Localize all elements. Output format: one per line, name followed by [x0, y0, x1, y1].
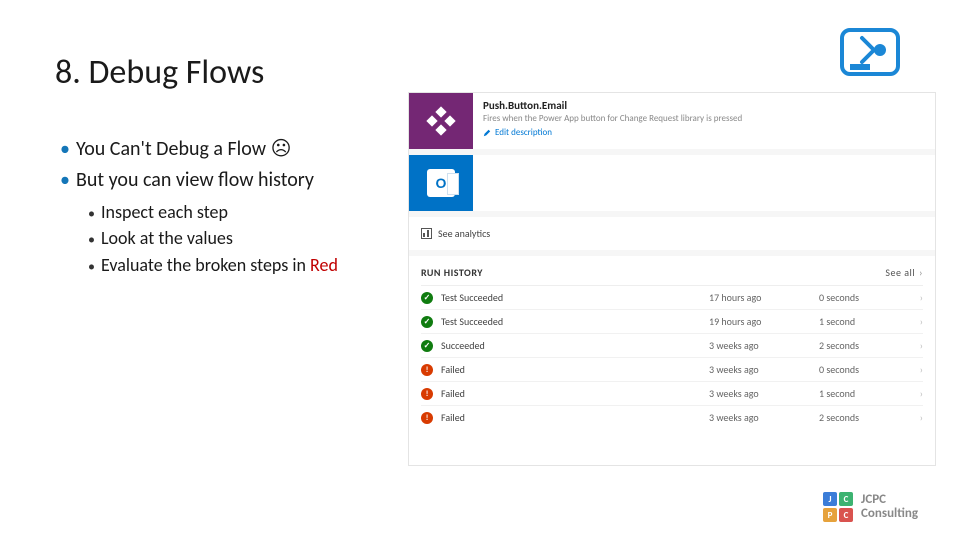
run-status: Failed [437, 411, 709, 424]
run-history-label: RUN HISTORY [421, 266, 483, 279]
success-icon: ✓ [421, 340, 433, 352]
sub-bullet-3: •Evaluate the broken steps in Red [88, 253, 380, 277]
failed-icon: ! [421, 364, 433, 376]
outlook-tile: O [409, 155, 473, 211]
logo-cell: C [839, 492, 853, 506]
logo-grid-icon: J C P C [823, 492, 853, 522]
run-status: Failed [437, 387, 709, 400]
edit-description-link[interactable]: Edit description [483, 127, 552, 138]
bullet-dot-icon: • [60, 137, 70, 161]
sub-bullet-1: •Inspect each step [88, 200, 380, 224]
bullet-list: •You Can't Debug a Flow ☹ •But you can v… [60, 136, 380, 279]
flow-screenshot: Push.Button.Email Fires when the Power A… [408, 92, 936, 466]
connector-body-empty [473, 155, 935, 211]
run-status: Test Succeeded [437, 291, 709, 304]
sad-face-icon: ☹ [271, 137, 292, 161]
chevron-right-icon: › [909, 363, 923, 376]
bullet-2-text: But you can view flow history [76, 168, 314, 192]
run-when: 3 weeks ago [709, 363, 819, 376]
run-duration: 2 seconds [819, 411, 909, 424]
run-history-header: RUN HISTORY See all › [421, 266, 923, 286]
connector-body: Push.Button.Email Fires when the Power A… [473, 93, 935, 149]
logo-cell: J [823, 492, 837, 506]
powerapps-tile [409, 93, 473, 149]
chevron-right-icon: › [909, 339, 923, 352]
bullet-dot-icon: • [88, 231, 95, 248]
connector-row-powerapps: Push.Button.Email Fires when the Power A… [409, 93, 935, 149]
failed-icon: ! [421, 412, 433, 424]
run-duration: 2 seconds [819, 339, 909, 352]
bullet-2: •But you can view flow history [60, 167, 380, 194]
flow-description: Fires when the Power App button for Chan… [483, 113, 925, 124]
run-history-row[interactable]: ! Failed3 weeks ago2 seconds› [421, 406, 923, 429]
see-analytics-link[interactable]: See analytics [409, 217, 935, 250]
run-status: Failed [437, 363, 709, 376]
footer-logo: J C P C JCPC Consulting [823, 492, 918, 522]
logo-text: JCPC Consulting [861, 493, 918, 520]
powerapps-icon [428, 108, 454, 134]
chevron-right-icon: › [909, 387, 923, 400]
sub-bullet-2: •Look at the values [88, 226, 380, 250]
chevron-right-icon: › [919, 266, 923, 279]
outlook-icon: O [427, 169, 455, 197]
chevron-right-icon: › [909, 411, 923, 424]
logo-cell: C [839, 508, 853, 522]
run-history-row[interactable]: ✓ Test Succeeded19 hours ago1 second› [421, 310, 923, 334]
bullet-dot-icon: • [88, 205, 95, 222]
slide-title: 8. Debug Flows [55, 52, 264, 93]
bullet-dot-icon: • [60, 168, 70, 192]
run-when: 3 weeks ago [709, 411, 819, 424]
run-duration: 0 seconds [819, 363, 909, 376]
run-when: 19 hours ago [709, 315, 819, 328]
run-history-panel: RUN HISTORY See all › ✓ Test Succeeded17 … [409, 256, 935, 465]
chevron-right-icon: › [909, 315, 923, 328]
run-when: 17 hours ago [709, 291, 819, 304]
connector-row-outlook: O [409, 155, 935, 211]
run-history-row[interactable]: ! Failed3 weeks ago0 seconds› [421, 358, 923, 382]
run-status: Test Succeeded [437, 315, 709, 328]
run-history-row[interactable]: ! Failed3 weeks ago1 second› [421, 382, 923, 406]
slide: 8. Debug Flows •You Can't Debug a Flow ☹… [0, 0, 960, 540]
analytics-icon [421, 228, 432, 239]
run-when: 3 weeks ago [709, 387, 819, 400]
success-icon: ✓ [421, 316, 433, 328]
run-when: 3 weeks ago [709, 339, 819, 352]
pencil-icon [483, 129, 491, 137]
run-status: Succeeded [437, 339, 709, 352]
run-duration: 0 seconds [819, 291, 909, 304]
bullet-1: •You Can't Debug a Flow ☹ [60, 136, 380, 163]
see-all-link[interactable]: See all › [885, 266, 923, 279]
flow-name: Push.Button.Email [483, 99, 925, 112]
run-duration: 1 second [819, 387, 909, 400]
red-word: Red [310, 254, 338, 276]
run-history-row[interactable]: ✓ Test Succeeded17 hours ago0 seconds› [421, 286, 923, 310]
run-history-rows: ✓Test Succeeded17 hours ago0 seconds›✓Te… [421, 286, 923, 429]
failed-icon: ! [421, 388, 433, 400]
run-duration: 1 second [819, 315, 909, 328]
bullet-1-text: You Can't Debug a Flow [76, 137, 271, 161]
chevron-right-icon: › [909, 291, 923, 304]
success-icon: ✓ [421, 292, 433, 304]
flow-decor-icon [840, 28, 900, 82]
bullet-dot-icon: • [88, 258, 95, 275]
sub-bullet-list: •Inspect each step •Look at the values •… [88, 200, 380, 277]
logo-cell: P [823, 508, 837, 522]
run-history-row[interactable]: ✓ Succeeded3 weeks ago2 seconds› [421, 334, 923, 358]
